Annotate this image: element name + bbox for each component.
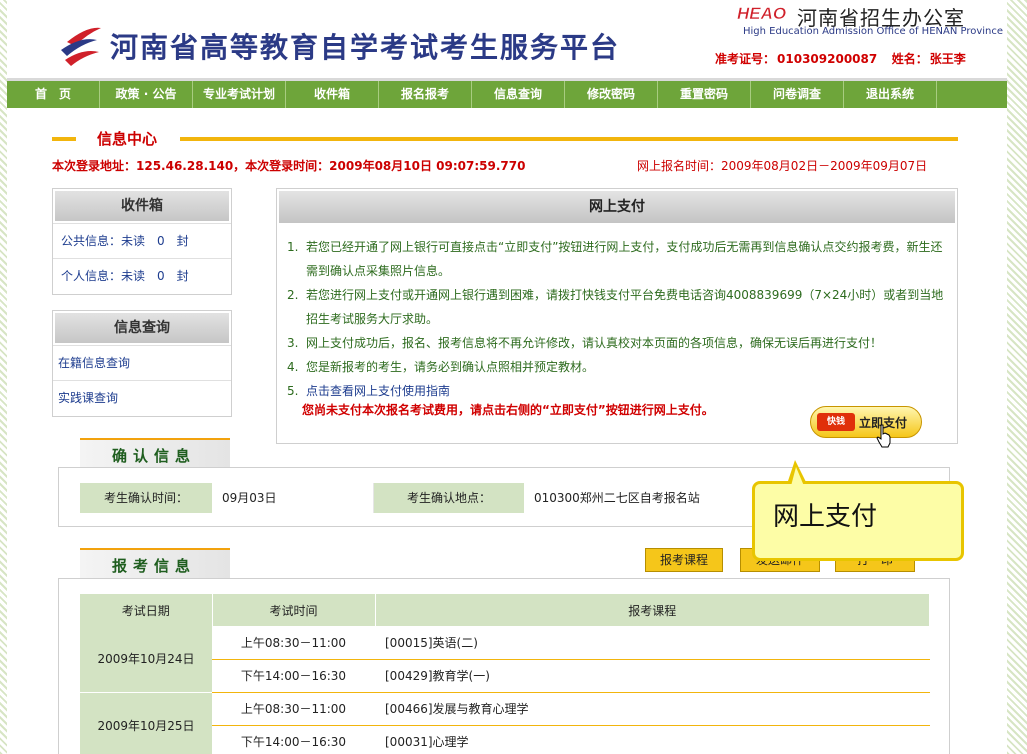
header: 河南省高等教育自学考试考生服务平台 HEAO 河南省招生办公室 High Edu… (7, 0, 1007, 78)
nav-home[interactable]: 首 页 (7, 81, 100, 108)
nav-registration[interactable]: 报名报考 (379, 81, 472, 108)
heao-logo-icon: HEAO (735, 2, 793, 24)
main-nav: 首 页 政策 · 公告 专业考试计划 收件箱 报名报考 信息查询 修改密码 重置… (7, 78, 1007, 108)
exam-course: [00015]英语(二) (375, 626, 930, 660)
candidate-info: 准考证号： 010309200087 姓名： 张王李 (715, 50, 968, 67)
heading-bar-left (52, 137, 76, 141)
nav-logout[interactable]: 退出系统 (844, 81, 937, 108)
inbox-personal-messages[interactable]: 个人信息：未读 0 封 (53, 258, 231, 293)
exam-time: 上午08:30－11:00 (212, 626, 375, 660)
inbox-box: 收件箱 公共信息：未读 0 封 个人信息：未读 0 封 (52, 188, 232, 295)
office-name-en: High Education Admission Office of HENAN… (743, 26, 1004, 37)
query-practice-course-link[interactable]: 实践课查询 (53, 380, 231, 415)
registration-period: 网上报名时间：2009年08月02日－2009年09月07日 (637, 159, 928, 173)
nav-change-password[interactable]: 修改密码 (565, 81, 658, 108)
exam-info-tab: 报考信息 (80, 548, 230, 578)
exam-course: [00429]教育学(一) (375, 659, 930, 693)
payment-warning: 您尚未支付本次报名考试费用，请点击右侧的“立即支付”按钮进行网上支付。 (302, 403, 714, 417)
nav-policy-notice[interactable]: 政策 · 公告 (100, 81, 193, 108)
nav-info-query[interactable]: 信息查询 (472, 81, 565, 108)
pay-now-button[interactable]: 快钱 立即支付 (810, 406, 922, 438)
list-item: 2. 若您进行网上支付或开通网上银行遇到困难，请拨打快钱支付平台免费电话咨询400… (287, 288, 944, 326)
site-logo-icon (61, 27, 101, 66)
list-item: 4. 您是新报考的考生，请务必到确认点照相并预定教材。 (287, 360, 595, 374)
list-item: 3. 网上支付成功后，报名、报考信息将不再允许修改，请认真校对本页面的各项信息，确… (287, 336, 883, 350)
exam-courses-button[interactable]: 报考课程 (645, 548, 723, 572)
query-title: 信息查询 (55, 313, 229, 343)
candidate-id: 010309200087 (777, 52, 878, 66)
table-row: 2009年10月25日 上午08:30－11:00 [00466]发展与教育心理… (80, 692, 930, 754)
info-center-heading: 信息中心 (52, 128, 958, 148)
candidate-name-label: 姓名： (891, 52, 928, 66)
confirm-time-label: 考生确认时间： (80, 483, 212, 513)
pay-tooltip: 网上支付 (752, 460, 964, 561)
login-info: 本次登录地址：125.46.28.140，本次登录时间：2009年08月10日 … (52, 159, 526, 173)
table-row: 2009年10月24日 上午08:30－11:00 [00015]英语(二) (80, 626, 930, 693)
query-enrollment-link[interactable]: 在籍信息查询 (53, 345, 231, 380)
nav-reset-password[interactable]: 重置密码 (658, 81, 751, 108)
candidate-name: 张王李 (929, 52, 966, 66)
svg-text:HEAO: HEAO (737, 4, 786, 23)
exam-course: [00031]心理学 (375, 725, 930, 754)
header-exam-date: 考试日期 (80, 594, 213, 626)
exam-schedule-table: 考试日期 考试时间 报考课程 2009年10月24日 上午08:30－11:00… (80, 594, 930, 754)
payment-title: 网上支付 (279, 191, 955, 223)
kuaiqian-logo-icon: 快钱 (817, 413, 855, 431)
exam-info-title: 报考信息 (112, 557, 197, 575)
nav-survey[interactable]: 问卷调查 (751, 81, 844, 108)
right-border-stripe (1007, 0, 1027, 754)
inbox-title: 收件箱 (55, 191, 229, 221)
nav-exam-plan[interactable]: 专业考试计划 (193, 81, 286, 108)
exam-date: 2009年10月24日 (80, 626, 212, 693)
confirm-place-label: 考生确认地点： (374, 483, 524, 513)
hand-cursor-icon (876, 424, 891, 448)
candidate-id-label: 准考证号： (715, 52, 776, 66)
tooltip-text: 网上支付 (773, 502, 878, 532)
header-exam-time: 考试时间 (212, 594, 376, 626)
list-item: 1. 若您已经开通了网上银行可直接点击“立即支付”按钮进行网上支付，支付成功后无需… (287, 240, 943, 278)
exam-time: 上午08:30－11:00 (212, 692, 375, 726)
left-border-stripe (0, 0, 7, 754)
payment-instructions: 1. 若您已经开通了网上银行可直接点击“立即支付”按钮进行网上支付，支付成功后无需… (287, 235, 947, 403)
query-box: 信息查询 在籍信息查询 实践课查询 (52, 310, 232, 417)
inbox-public-messages[interactable]: 公共信息：未读 0 封 (53, 223, 231, 258)
header-exam-course: 报考课程 (375, 594, 930, 626)
nav-inbox[interactable]: 收件箱 (286, 81, 379, 108)
info-center-title: 信息中心 (97, 130, 158, 148)
site-title: 河南省高等教育自学考试考生服务平台 (110, 31, 621, 64)
confirm-info-tab: 确认信息 (80, 438, 230, 468)
payment-guide-link[interactable]: 5. 点击查看网上支付使用指南 (287, 379, 947, 403)
exam-time: 下午14:00－16:30 (212, 725, 375, 754)
online-payment-panel: 网上支付 1. 若您已经开通了网上银行可直接点击“立即支付”按钮进行网上支付，支付… (276, 188, 958, 444)
tooltip-tail-inner (791, 467, 804, 486)
exam-date: 2009年10月25日 (80, 692, 212, 754)
exam-time: 下午14:00－16:30 (212, 659, 375, 693)
confirm-info-title: 确认信息 (112, 447, 197, 465)
exam-course: [00466]发展与教育心理学 (375, 692, 930, 726)
confirm-time-value: 09月03日 (212, 483, 374, 513)
heading-bar-right (180, 137, 958, 141)
